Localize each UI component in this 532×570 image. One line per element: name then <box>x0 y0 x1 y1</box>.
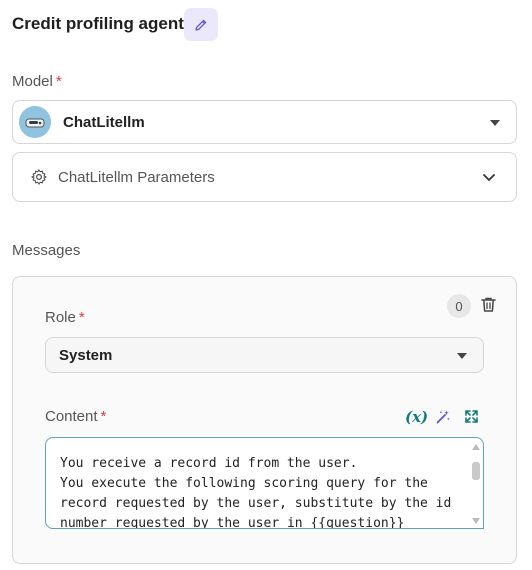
chevron-down-icon <box>490 120 500 126</box>
role-value: System <box>59 346 113 364</box>
insert-variable-button[interactable]: (x) <box>405 408 428 426</box>
content-label: Content * <box>45 408 107 425</box>
model-select[interactable]: ChatLitellm <box>12 100 517 144</box>
required-mark: * <box>100 408 107 425</box>
content-text: You receive a record id from the user. Y… <box>60 456 452 529</box>
edit-title-button[interactable] <box>184 8 218 41</box>
pencil-icon <box>195 19 207 31</box>
chevron-down-icon <box>483 174 495 181</box>
gear-icon <box>31 169 47 185</box>
magic-wand-icon[interactable] <box>435 409 451 425</box>
role-label: Role * <box>45 309 85 326</box>
expand-icon[interactable] <box>464 409 479 424</box>
scrollbar[interactable] <box>471 444 481 524</box>
model-label: Model * <box>12 73 62 90</box>
page-header: Credit profiling agent <box>12 8 184 40</box>
message-index-badge: 0 <box>447 294 471 318</box>
model-parameters-toggle[interactable]: ChatLitellm Parameters <box>12 152 517 202</box>
model-value: ChatLitellm <box>63 113 145 131</box>
messages-label: Messages <box>12 242 81 259</box>
required-mark: * <box>78 309 85 326</box>
scroll-up-icon[interactable] <box>472 444 480 450</box>
required-mark: * <box>55 73 62 90</box>
scrollbar-thumb[interactable] <box>472 462 480 480</box>
scroll-down-icon[interactable] <box>472 518 480 524</box>
parameters-label: ChatLitellm Parameters <box>58 168 215 186</box>
trash-icon[interactable] <box>480 296 497 313</box>
page-title: Credit profiling agent <box>12 14 184 33</box>
robot-avatar-icon <box>19 106 51 138</box>
role-select[interactable]: System <box>45 337 484 373</box>
content-textarea[interactable]: You receive a record id from the user. Y… <box>45 437 484 529</box>
chevron-down-icon <box>457 353 467 359</box>
